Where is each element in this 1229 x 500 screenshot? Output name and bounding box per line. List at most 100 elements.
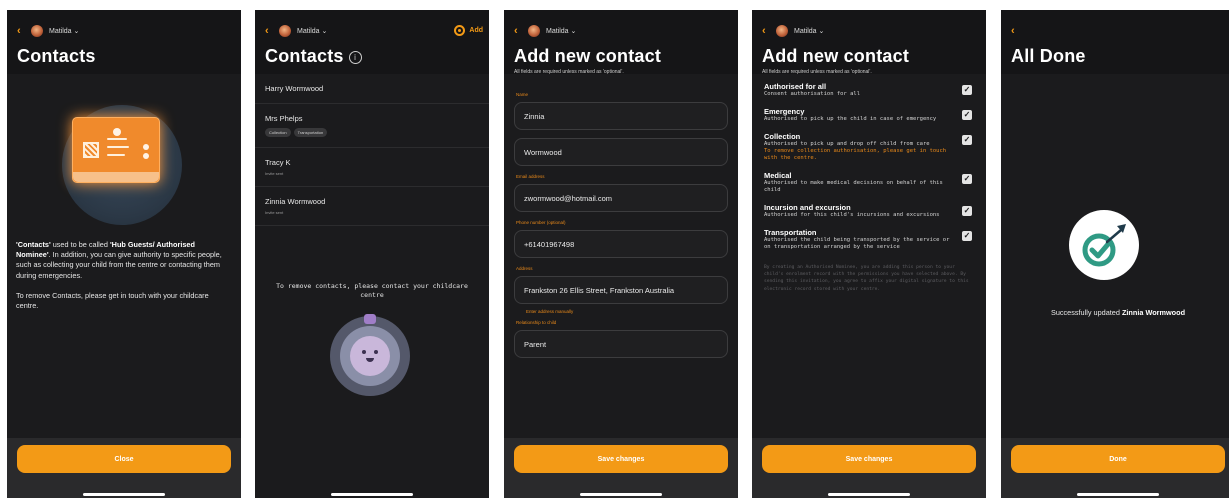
relationship-label: Relationship to child [516, 320, 557, 325]
invite-status: Invite sent [265, 171, 284, 176]
avatar[interactable] [776, 25, 788, 37]
first-name-field[interactable] [514, 102, 728, 130]
info-icon[interactable]: i [348, 50, 362, 64]
save-changes-button[interactable]: Save changes [514, 445, 728, 473]
checkbox[interactable]: ✓ [962, 206, 972, 216]
avatar[interactable] [528, 25, 540, 37]
intro-text: 'Contacts' used to be called 'Hub Guests… [16, 240, 231, 311]
top-bar: ‹ Matilda ⌄ [762, 24, 976, 38]
home-indicator [83, 493, 165, 496]
phone-label: Phone number (optional) [516, 220, 566, 225]
done-button[interactable]: Done [1011, 445, 1225, 473]
header: ‹ Matilda ⌄ Contacts [7, 10, 241, 74]
page-title: Contacts [17, 46, 96, 66]
permission-emergency: Emergency Authorised to pick up the chil… [764, 107, 972, 122]
page-title: Add new contact [514, 46, 662, 66]
top-bar: ‹ Matilda ⌄ [17, 24, 231, 38]
chevron-down-icon[interactable]: ⌄ [320, 27, 328, 35]
header: ‹ Matilda ⌄ Add new contact All fields a… [504, 10, 738, 75]
chevron-left-icon[interactable]: ‹ [1011, 25, 1025, 37]
permission-collection: Collection Authorised to pick up and dro… [764, 132, 972, 161]
success-message: Successfully updated Zinnia Wormwood [1050, 308, 1186, 317]
header: ‹ Matilda ⌄ Add Contacts i [255, 10, 489, 74]
legal-notice: By creating an Authorised Nominee, you a… [764, 265, 969, 292]
list-item[interactable]: Zinnia Wormwood Invite sent [255, 187, 489, 226]
robot-illustration [330, 314, 410, 396]
collection-warning: To remove collection authorisation, plea… [764, 148, 947, 161]
checkbox[interactable]: ✓ [962, 85, 972, 95]
address-label: Address [516, 266, 533, 271]
contact-form: Name Email address Phone number (optiona… [504, 74, 738, 358]
invite-status: Invite sent [265, 210, 284, 215]
avatar[interactable] [31, 25, 43, 37]
chevron-down-icon[interactable]: ⌄ [817, 27, 825, 35]
contacts-illustration [62, 105, 182, 225]
chevron-left-icon[interactable]: ‹ [265, 25, 279, 37]
screen-contacts-intro: ‹ Matilda ⌄ Contacts 'Contacts' used to … [7, 10, 241, 498]
chevron-left-icon[interactable]: ‹ [514, 25, 528, 37]
header: ‹ All Done [1001, 10, 1229, 74]
add-contact-button[interactable]: Add [454, 25, 483, 36]
checkbox[interactable]: ✓ [962, 110, 972, 120]
remove-paragraph: To remove Contacts, please get in touch … [16, 290, 209, 311]
intro-paragraph: 'Contacts' used to be called 'Hub Guests… [16, 240, 222, 280]
address-field[interactable] [514, 276, 728, 304]
last-name-field[interactable] [514, 138, 728, 166]
tag-transportation: Transportation [293, 128, 328, 137]
page-subtitle: All fields are required unless marked as… [514, 69, 624, 75]
contact-list: Harry Wormwood Mrs Phelps Collection Tra… [255, 74, 489, 226]
enter-address-manually-link[interactable]: Enter address manually [526, 309, 728, 314]
home-indicator [1077, 493, 1159, 496]
header: ‹ Matilda ⌄ Add new contact All fields a… [752, 10, 986, 75]
phone-field[interactable] [514, 230, 728, 258]
permission-incursion-excursion: Incursion and excursion Authorised for t… [764, 203, 972, 218]
top-bar: ‹ Matilda ⌄ [265, 24, 479, 38]
save-changes-button[interactable]: Save changes [762, 445, 976, 473]
permission-authorised-for-all: Authorised for all Consent authorisation… [764, 82, 972, 97]
home-indicator [331, 493, 413, 496]
checkbox[interactable]: ✓ [962, 135, 972, 145]
child-selector[interactable]: Matilda [49, 28, 72, 35]
close-button[interactable]: Close [17, 445, 231, 473]
remove-contacts-note: To remove contacts, please contact your … [276, 282, 468, 299]
top-bar: ‹ [1011, 24, 1225, 38]
page-title: All Done [1011, 46, 1086, 66]
contact-name: Mrs Phelps [265, 114, 303, 123]
tag-collection: Collection [265, 128, 291, 137]
permission-transportation: Transportation Authorised the child bein… [764, 228, 972, 250]
id-card-icon [72, 117, 160, 183]
list-item[interactable]: Mrs Phelps Collection Transportation [255, 104, 489, 148]
permissions-list: Authorised for all Consent authorisation… [752, 74, 986, 251]
screen-contacts-list: ‹ Matilda ⌄ Add Contacts i Harry Wormwood… [255, 10, 489, 498]
page-title: Contacts i [265, 46, 479, 67]
email-field[interactable] [514, 184, 728, 212]
chevron-left-icon[interactable]: ‹ [762, 25, 776, 37]
avatar[interactable] [279, 25, 291, 37]
list-item[interactable]: Harry Wormwood [255, 74, 489, 104]
chevron-down-icon[interactable]: ⌄ [569, 27, 577, 35]
contact-name: Zinnia Wormwood [265, 197, 326, 206]
child-selector[interactable]: Matilda [546, 28, 569, 35]
checkbox[interactable]: ✓ [962, 231, 972, 241]
contact-name: Tracy K [265, 158, 291, 167]
name-label: Name [516, 92, 529, 97]
child-selector[interactable]: Matilda [794, 28, 817, 35]
success-icon [1069, 210, 1139, 280]
page-title: Add new contact [762, 46, 910, 66]
child-selector[interactable]: Matilda [297, 28, 320, 35]
chevron-left-icon[interactable]: ‹ [17, 25, 31, 37]
home-indicator [828, 493, 910, 496]
email-label: Email address [516, 174, 545, 179]
screen-all-done: ‹ All Done Successfully updated Zinnia W… [1001, 10, 1229, 498]
checkbox[interactable]: ✓ [962, 174, 972, 184]
screen-add-contact-form: ‹ Matilda ⌄ Add new contact All fields a… [504, 10, 738, 498]
relationship-field[interactable] [514, 330, 728, 358]
screen-add-contact-permissions: ‹ Matilda ⌄ Add new contact All fields a… [752, 10, 986, 498]
permission-tags: Collection Transportation [265, 128, 479, 137]
permission-medical: Medical Authorised to make medical decis… [764, 171, 972, 193]
contact-name: Harry Wormwood [265, 84, 324, 93]
add-icon [454, 25, 466, 36]
list-item[interactable]: Tracy K Invite sent [255, 148, 489, 187]
chevron-down-icon[interactable]: ⌄ [72, 27, 80, 35]
top-bar: ‹ Matilda ⌄ [514, 24, 728, 38]
